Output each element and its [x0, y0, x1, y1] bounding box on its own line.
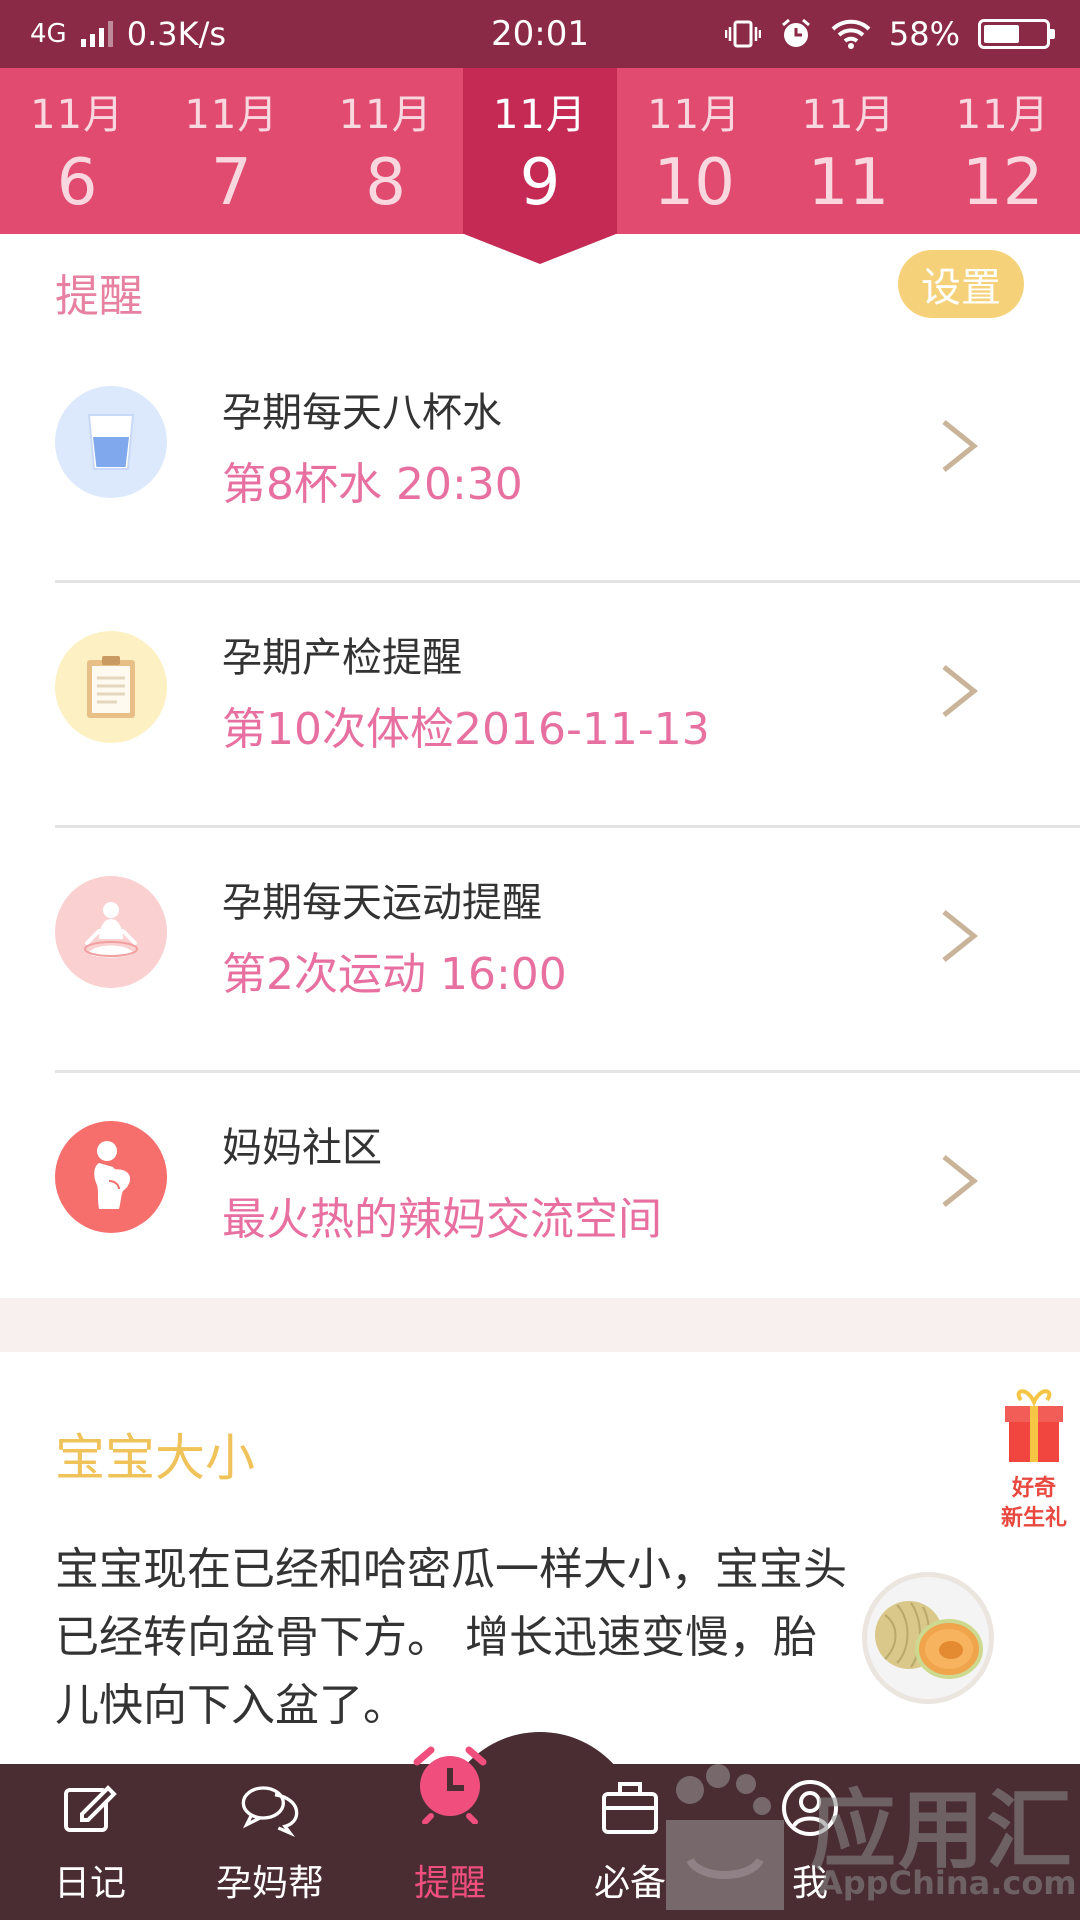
nav-item-essentials[interactable]: 必备 [540, 1764, 720, 1920]
reminder-subtitle: 第2次运动 16:00 [222, 949, 567, 1000]
signal-icon [80, 21, 113, 47]
yoga-icon [55, 876, 167, 988]
water-glass-icon [55, 386, 167, 498]
date-day: 7 [211, 146, 252, 220]
clipboard-icon [55, 631, 167, 743]
date-month: 11月 [955, 92, 1050, 138]
reminder-item-exercise[interactable]: 孕期每天运动提醒 第2次运动 16:00 [0, 828, 1080, 1073]
gift-badge[interactable]: 好奇 新生礼 [996, 1388, 1072, 1532]
reminder-list: 孕期每天八杯水 第8杯水 20:30 孕期产检提醒 第10次体检2016-11-… [0, 338, 1080, 1318]
network-type: 4G [30, 19, 67, 49]
reminder-item-community[interactable]: 妈妈社区 最火热的辣妈交流空间 [0, 1073, 1080, 1318]
reminder-title: 孕期产检提醒 [222, 635, 462, 681]
nav-item-community[interactable]: 孕妈帮 [180, 1764, 360, 1920]
date-selector: 11月 6 11月 7 11月 8 11月 9 11月 10 11月 11 11月 12 [0, 68, 1080, 264]
status-bar: 4G 0.3K/s 20:01 58% [0, 0, 1080, 68]
gift-label-line2: 新生礼 [1000, 1506, 1067, 1531]
alarm-icon [781, 18, 810, 47]
date-cell-11[interactable]: 11月 11 [771, 68, 925, 234]
nav-label: 孕妈帮 [215, 1863, 324, 1904]
battery-percent: 58% [888, 15, 960, 53]
date-day: 6 [56, 146, 98, 220]
date-day: 9 [519, 146, 561, 220]
status-right: 58% [724, 15, 1055, 53]
date-cell-8[interactable]: 11月 8 [309, 68, 463, 234]
nav-item-reminder[interactable]: 提醒 [360, 1746, 540, 1920]
gift-box-icon [1005, 1389, 1063, 1462]
date-day: 8 [365, 146, 407, 220]
nav-item-me[interactable]: 我 [720, 1764, 900, 1920]
date-day: 11 [807, 146, 890, 220]
alarm-clock-icon [409, 1742, 491, 1824]
date-month: 11月 [492, 92, 587, 138]
date-day: 12 [962, 146, 1044, 220]
cantaloupe-image [862, 1572, 994, 1704]
chat-bubbles-icon [240, 1778, 300, 1838]
date-month: 11月 [647, 92, 742, 138]
reminder-title: 妈妈社区 [222, 1125, 382, 1171]
status-left: 4G 0.3K/s [30, 15, 226, 53]
vibrate-icon [724, 20, 761, 48]
reminder-subtitle: 第8杯水 20:30 [222, 459, 523, 510]
date-month: 11月 [184, 92, 279, 138]
pregnant-mom-icon [55, 1121, 167, 1233]
nav-label: 提醒 [413, 1863, 486, 1904]
baby-size-description: 宝宝现在已经和哈密瓜一样大小，宝宝头已经转向盆骨下方。 增长迅速变慢，胎儿快向下… [55, 1544, 847, 1731]
nav-label: 必备 [593, 1863, 666, 1904]
date-month: 11月 [338, 92, 433, 138]
reminder-title: 孕期每天运动提醒 [222, 880, 542, 926]
nav-item-diary[interactable]: 日记 [0, 1764, 180, 1920]
baby-size-title: 宝宝大小 [55, 1429, 255, 1487]
chevron-right-icon [942, 665, 979, 717]
nav-label: 日记 [53, 1863, 126, 1904]
reminder-subtitle: 最火热的辣妈交流空间 [222, 1194, 662, 1245]
settings-button[interactable]: 设置 [898, 250, 1024, 318]
reminder-section-title: 提醒 [55, 271, 143, 322]
date-cell-10[interactable]: 11月 10 [617, 68, 771, 234]
section-separator [0, 1298, 1080, 1352]
bottom-nav: 日记 孕妈帮 提醒 必备 我 [0, 1746, 1080, 1920]
chevron-right-icon [942, 420, 979, 472]
date-day: 10 [653, 146, 735, 220]
date-month: 11月 [30, 92, 125, 138]
gift-label-line1: 好奇 [1011, 1476, 1056, 1501]
reminder-subtitle: 第10次体检2016-11-13 [222, 704, 710, 755]
reminder-title: 孕期每天八杯水 [222, 390, 502, 436]
chevron-right-icon [942, 1155, 979, 1207]
battery-icon [978, 19, 1055, 49]
user-icon [780, 1778, 840, 1838]
network-speed: 0.3K/s [126, 15, 227, 53]
date-cell-12[interactable]: 11月 12 [926, 68, 1080, 234]
briefcase-icon [600, 1778, 660, 1838]
date-month: 11月 [801, 92, 896, 138]
reminder-item-checkup[interactable]: 孕期产检提醒 第10次体检2016-11-13 [0, 583, 1080, 828]
nav-label: 我 [791, 1863, 828, 1904]
chevron-right-icon [942, 910, 979, 962]
date-cell-9[interactable]: 11月 9 [462, 68, 618, 264]
wifi-icon [831, 19, 871, 49]
date-cell-6[interactable]: 11月 6 [0, 68, 154, 234]
edit-icon [60, 1778, 120, 1838]
reminder-item-water[interactable]: 孕期每天八杯水 第8杯水 20:30 [0, 338, 1080, 583]
date-cell-7[interactable]: 11月 7 [154, 68, 308, 234]
